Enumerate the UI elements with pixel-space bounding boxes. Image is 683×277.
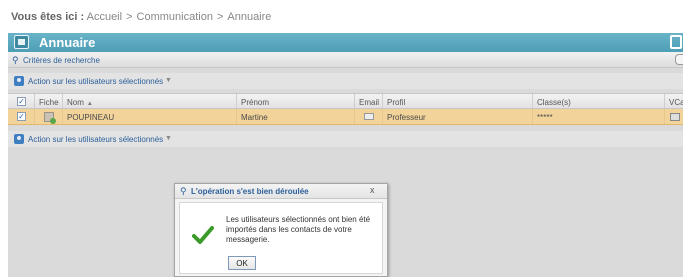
cell-nom: POUPINEAU xyxy=(62,109,236,124)
success-dialog: ⚲ L'opération s'est bien déroulée x Les … xyxy=(174,183,388,277)
column-header-email[interactable]: Email xyxy=(354,94,382,108)
selected-users-action-menu-bottom[interactable]: Action sur les utilisateurs sélectionnés… xyxy=(8,131,683,147)
checkmark-icon xyxy=(192,226,214,244)
page-title: Annuaire xyxy=(39,35,96,50)
selected-users-action-menu-top[interactable]: Action sur les utilisateurs sélectionnés… xyxy=(8,73,683,89)
table-header: ✓ Fiche Nom ▲ Prénom Email Profil Classe(… xyxy=(8,93,683,109)
panel-header: Annuaire xyxy=(8,33,683,52)
column-header-nom[interactable]: Nom ▲ xyxy=(62,94,236,108)
column-header-prenom[interactable]: Prénom xyxy=(236,94,354,108)
vcard-cell xyxy=(664,109,683,124)
action-menu-label: Action sur les utilisateurs sélectionnés xyxy=(28,135,164,144)
row-checkbox[interactable]: ✓ xyxy=(17,112,26,121)
close-icon[interactable]: x xyxy=(370,185,375,195)
breadcrumb-label: Vous êtes ici : xyxy=(11,11,85,23)
users-action-icon xyxy=(14,76,24,86)
column-header-classes[interactable]: Classe(s) xyxy=(532,94,664,108)
chevron-down-icon: ▼ xyxy=(165,77,172,84)
chevron-down-icon: ▼ xyxy=(165,135,172,142)
table-row[interactable]: ✓ POUPINEAU Martine Professeur ***** xyxy=(8,109,683,125)
cell-prenom: Martine xyxy=(236,109,354,124)
breadcrumb-separator: > xyxy=(126,11,133,23)
action-menu-label: Action sur les utilisateurs sélectionnés xyxy=(28,77,164,86)
annuaire-icon xyxy=(14,35,29,49)
breadcrumb-item-annuaire: Annuaire xyxy=(227,11,272,23)
search-criteria-label: Critères de recherche xyxy=(23,56,100,65)
email-cell xyxy=(354,109,382,124)
breadcrumb-separator: > xyxy=(216,11,224,23)
row-select-cell: ✓ xyxy=(8,109,34,124)
users-action-icon xyxy=(14,134,24,144)
search-icon: ⚲ xyxy=(180,186,187,196)
sort-ascending-icon: ▲ xyxy=(86,101,93,107)
cell-profil: Professeur xyxy=(382,109,532,124)
ok-button[interactable]: OK xyxy=(228,256,256,270)
column-header-profil[interactable]: Profil xyxy=(382,94,532,108)
fiche-cell xyxy=(34,109,62,124)
email-icon[interactable] xyxy=(364,113,374,120)
dialog-header: ⚲ L'opération s'est bien déroulée x xyxy=(175,184,387,199)
breadcrumb-item-communication[interactable]: Communication xyxy=(137,11,213,23)
dialog-title: L'opération s'est bien déroulée xyxy=(191,187,309,196)
select-all-cell: ✓ xyxy=(8,94,34,108)
search-criteria-toggle[interactable]: ⚲ Critères de recherche xyxy=(8,52,683,68)
search-icon: ⚲ xyxy=(12,55,19,65)
column-header-vcard[interactable]: VCar xyxy=(664,94,683,108)
column-header-fiche[interactable]: Fiche xyxy=(34,94,62,108)
user-card-icon[interactable] xyxy=(44,112,56,124)
breadcrumb-item-accueil[interactable]: Accueil xyxy=(87,11,122,23)
column-header-nom-label: Nom xyxy=(67,98,84,107)
cell-classes: ***** xyxy=(532,109,664,124)
breadcrumb: Vous êtes ici : Accueil > Communication > An… xyxy=(0,0,683,28)
expand-handle-icon[interactable] xyxy=(675,54,683,65)
vcard-icon[interactable] xyxy=(670,113,680,121)
dialog-body: Les utilisateurs sélectionnés ont bien é… xyxy=(179,202,383,274)
maximize-icon[interactable] xyxy=(670,35,682,49)
dialog-message: Les utilisateurs sélectionnés ont bien é… xyxy=(226,215,371,244)
select-all-checkbox[interactable]: ✓ xyxy=(17,97,26,106)
